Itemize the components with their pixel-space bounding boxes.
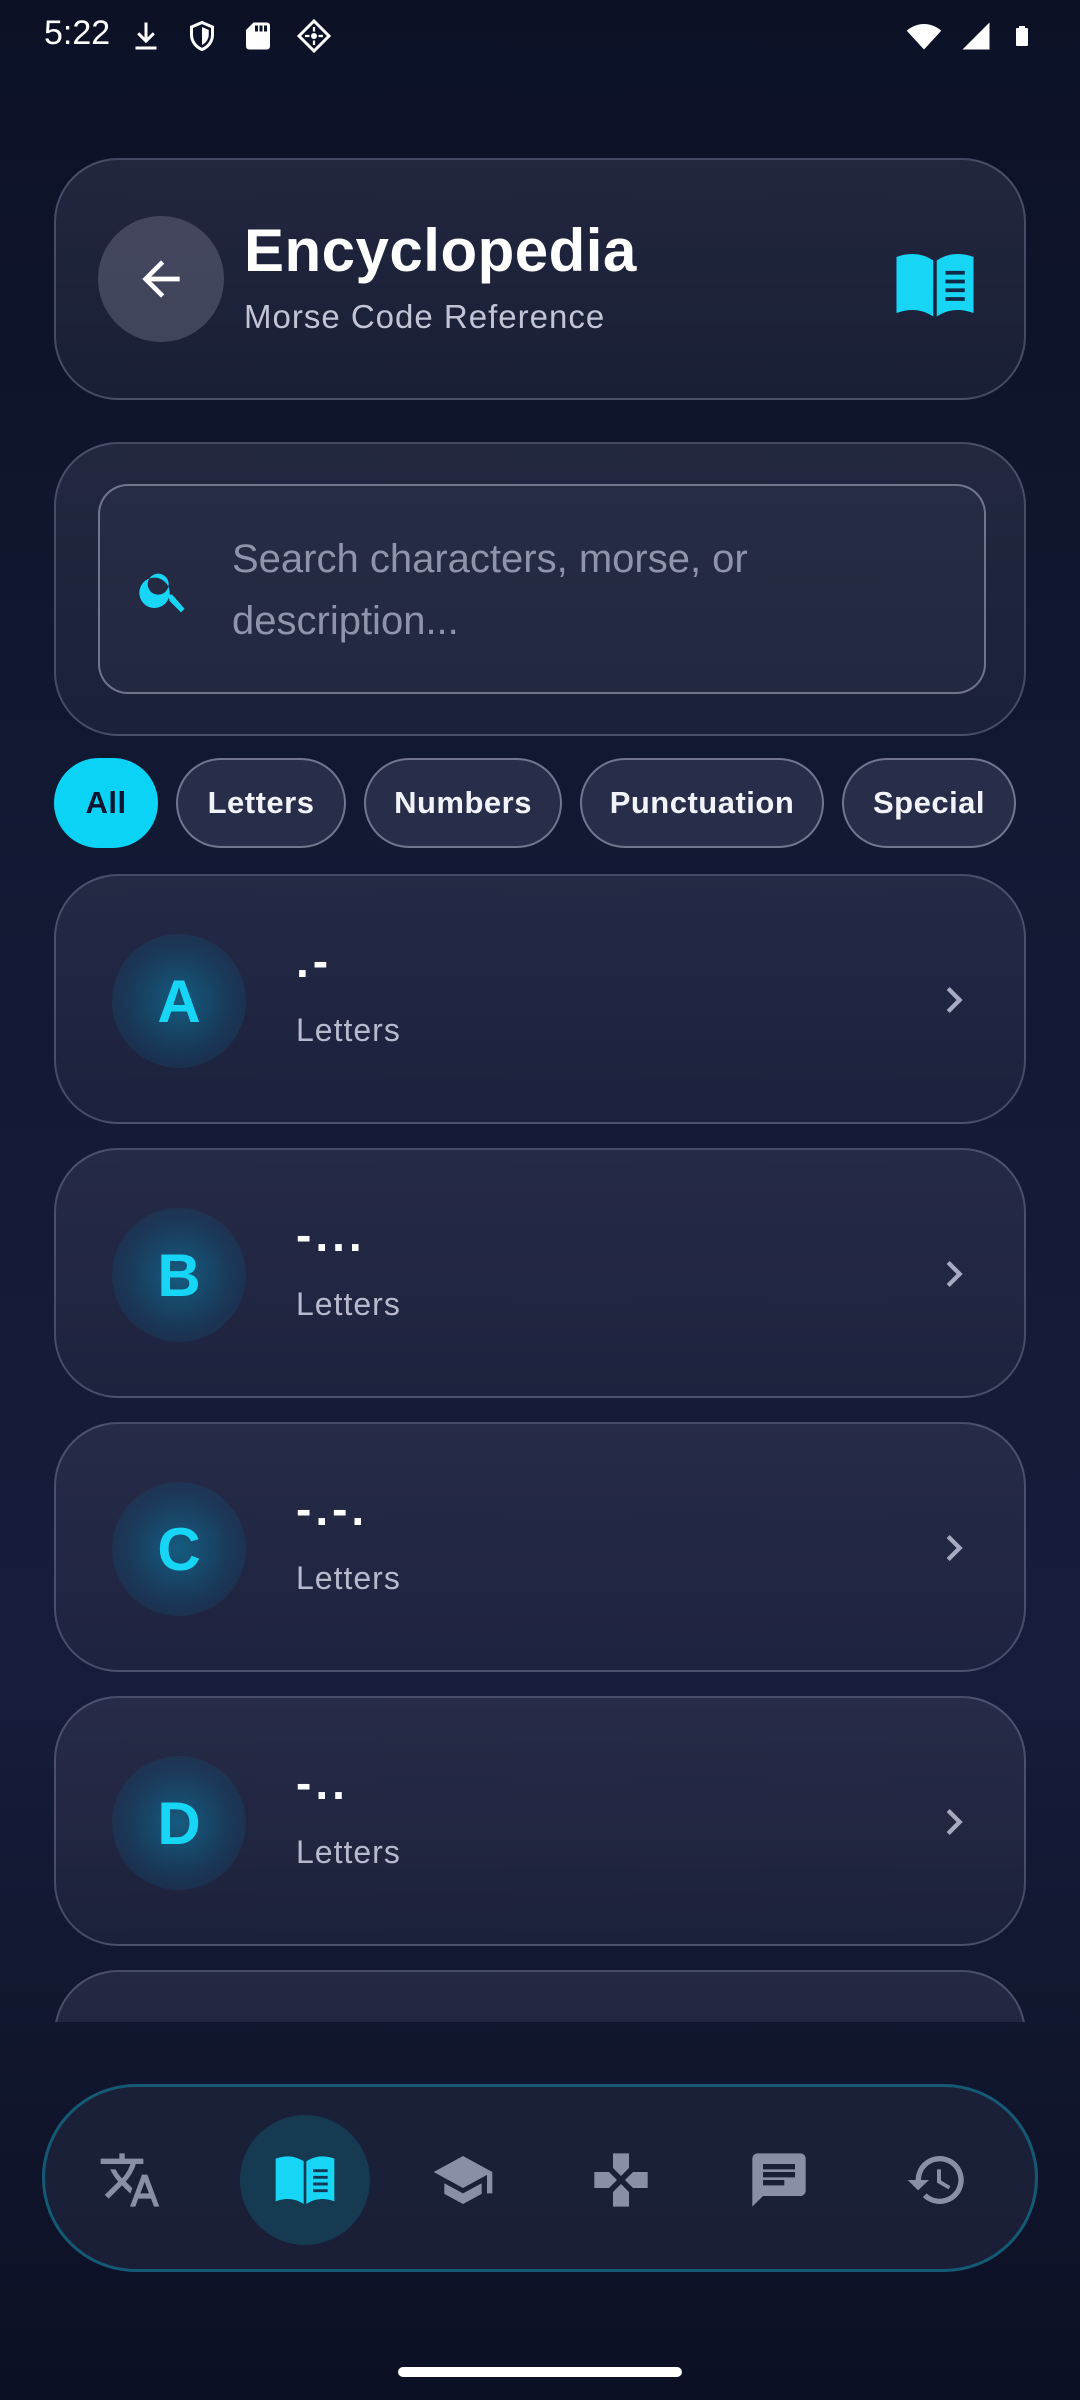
sd-card-icon <box>246 22 270 50</box>
bottom-navigation <box>42 2084 1038 2272</box>
book-icon <box>896 253 974 317</box>
category-label: Letters <box>296 1834 401 1870</box>
download-icon <box>135 22 157 50</box>
chevron-right-icon <box>946 987 963 1013</box>
back-button[interactable] <box>98 216 224 342</box>
signal-icon <box>962 22 990 50</box>
shield-icon <box>190 20 214 52</box>
status-bar: 5:22 <box>0 0 1080 72</box>
character-badge: D <box>112 1756 246 1890</box>
search-placeholder: Search characters, morse, or description… <box>232 537 748 643</box>
category-label: Letters <box>296 1012 401 1048</box>
home-indicator <box>398 2367 682 2377</box>
morse-code: .- <box>296 935 333 987</box>
search-icon <box>139 573 185 613</box>
nav-encyclopedia[interactable] <box>240 2115 370 2245</box>
status-icons-left <box>128 18 332 54</box>
chip-numbers[interactable]: Numbers <box>364 758 562 848</box>
filter-chips: All Letters Numbers Punctuation Special <box>54 758 1016 848</box>
morse-code: -.-. <box>296 1483 369 1535</box>
chevron-right-icon <box>946 1809 963 1835</box>
chevron-right-icon <box>946 1261 963 1287</box>
chip-punctuation[interactable]: Punctuation <box>580 758 824 848</box>
nav-chat[interactable] <box>714 2115 844 2245</box>
page-title: Encyclopedia <box>244 217 637 284</box>
list-item[interactable]: D -.. Letters <box>54 1696 1026 1946</box>
message-icon <box>752 2153 806 2207</box>
arrow-left-icon <box>142 260 180 298</box>
gamepad-icon <box>594 2153 648 2207</box>
character-badge: A <box>112 934 246 1068</box>
battery-icon <box>1016 26 1028 46</box>
header-card: Encyclopedia Morse Code Reference <box>54 158 1026 400</box>
character-badge: B <box>112 1208 246 1342</box>
morse-code: -.. <box>296 1757 349 1809</box>
list-item-partial[interactable] <box>54 1970 1026 2022</box>
list-item[interactable]: A .- Letters <box>54 874 1026 1124</box>
search-card: Search characters, morse, or description… <box>54 442 1026 736</box>
search-input[interactable]: Search characters, morse, or description… <box>98 484 986 694</box>
entry-list: A .- Letters B -... Letters C -.-. Lette… <box>0 872 1080 2022</box>
history-icon <box>907 2156 964 2204</box>
morse-code: -... <box>296 1209 366 1261</box>
school-icon <box>433 2156 493 2204</box>
book-icon <box>275 2156 335 2204</box>
nav-games[interactable] <box>556 2115 686 2245</box>
category-label: Letters <box>296 1286 401 1322</box>
chip-all[interactable]: All <box>54 758 158 848</box>
nav-learn[interactable] <box>398 2115 528 2245</box>
chip-special[interactable]: Special <box>842 758 1016 848</box>
translate-icon <box>100 2153 160 2207</box>
page-subtitle: Morse Code Reference <box>244 298 606 335</box>
device-icon <box>296 18 332 54</box>
wifi-icon <box>906 24 942 50</box>
status-icons-right <box>906 18 1034 54</box>
character-badge: C <box>112 1482 246 1616</box>
chip-letters[interactable]: Letters <box>176 758 346 848</box>
nav-translate[interactable] <box>65 2115 195 2245</box>
chevron-right-icon <box>946 1535 963 1561</box>
nav-history[interactable] <box>872 2115 1002 2245</box>
list-item[interactable]: C -.-. Letters <box>54 1422 1026 1672</box>
status-time: 5:22 <box>44 14 111 52</box>
category-label: Letters <box>296 1560 401 1596</box>
list-item[interactable]: B -... Letters <box>54 1148 1026 1398</box>
